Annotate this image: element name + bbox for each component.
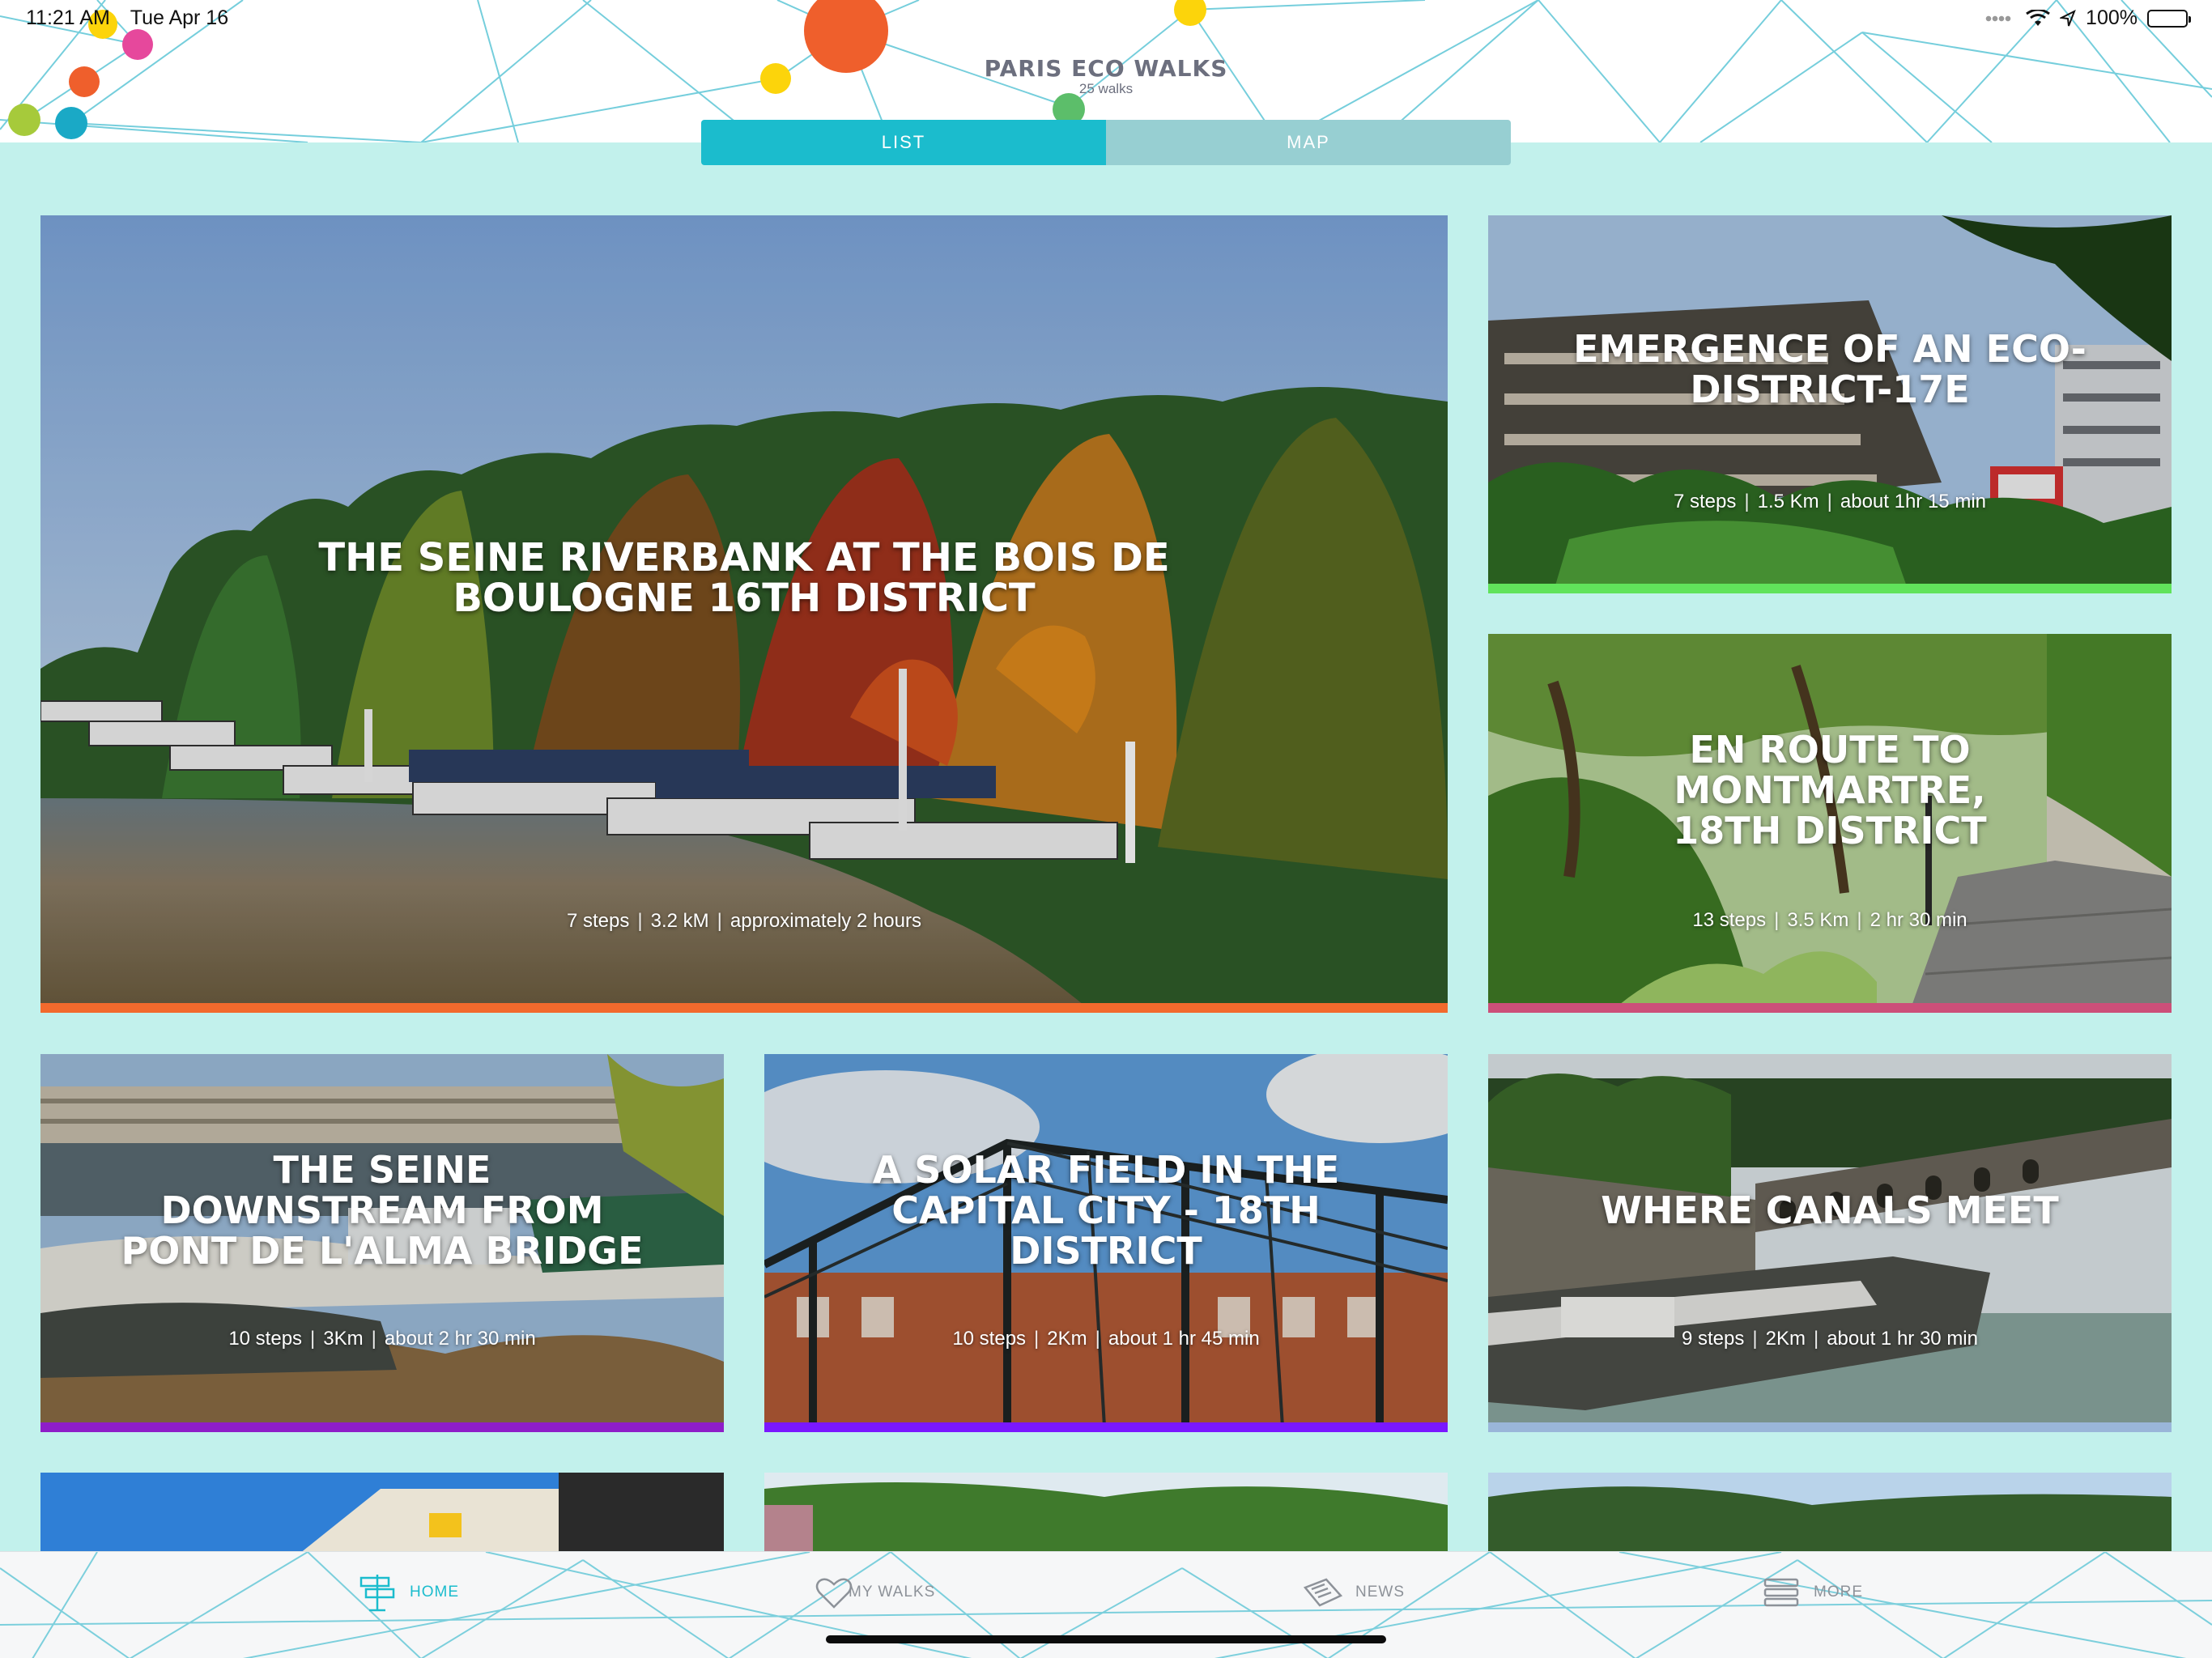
walk-distance: 3Km bbox=[323, 1328, 364, 1350]
walk-accent-bar bbox=[1488, 1003, 2172, 1013]
walk-distance: 3.2 kM bbox=[650, 910, 709, 932]
tab-home-label: HOME bbox=[410, 1584, 459, 1601]
walk-accent-bar bbox=[764, 1422, 1448, 1432]
battery-icon bbox=[2147, 9, 2191, 28]
walk-meta: 9 steps | 2Km | about 1 hr 30 min bbox=[1504, 1328, 2155, 1350]
walk-duration: about 1hr 15 min bbox=[1840, 491, 1986, 512]
walk-title: A SOLAR FIELD IN THE CAPITAL CITY - 18th… bbox=[872, 1148, 1340, 1273]
walk-meta: 13 steps | 3.5 Km | 2 hr 30 min bbox=[1504, 909, 2155, 932]
battery-percentage: 100% bbox=[2086, 6, 2138, 29]
meta-separator: | bbox=[1752, 1328, 1758, 1350]
walk-meta: 7 steps | 3.2 kM | approximately 2 hours bbox=[57, 910, 1431, 933]
walk-photo-partial bbox=[1488, 1473, 2172, 1554]
meta-separator: | bbox=[1744, 491, 1750, 512]
walk-accent-bar bbox=[1488, 1422, 2172, 1432]
segment-list[interactable]: LIST bbox=[701, 120, 1106, 165]
walk-duration: about 1 hr 45 min bbox=[1108, 1328, 1260, 1350]
meta-separator: | bbox=[637, 910, 643, 932]
walk-photo-partial bbox=[764, 1473, 1448, 1554]
walk-steps: 7 steps bbox=[566, 910, 630, 932]
walk-meta: 10 steps | 2Km | about 1 hr 45 min bbox=[781, 1328, 1431, 1350]
walk-steps: 9 steps bbox=[1681, 1328, 1745, 1350]
segment-map[interactable]: MAP bbox=[1106, 120, 1511, 165]
walk-card-partial[interactable] bbox=[764, 1473, 1448, 1554]
meta-separator: | bbox=[371, 1328, 376, 1350]
walk-distance: 3.5 Km bbox=[1787, 909, 1849, 931]
home-indicator[interactable] bbox=[826, 1635, 1386, 1643]
walk-title: EMERGENCE OF AN ECO-DISTRICT-17e bbox=[1573, 327, 2087, 411]
walk-title: THE SEINE DOWNSTREAM FROM PONT DE L'ALMA… bbox=[121, 1148, 644, 1273]
walk-card[interactable]: A SOLAR FIELD IN THE CAPITAL CITY - 18th… bbox=[764, 1054, 1448, 1432]
walk-card[interactable]: THE SEINE DOWNSTREAM FROM PONT DE L'ALMA… bbox=[40, 1054, 724, 1432]
tab-more[interactable]: MORE bbox=[1760, 1570, 1863, 1615]
walk-title: THE SEINE RIVERBANK AT THE BOIS DE BOULO… bbox=[318, 535, 1170, 621]
location-arrow-icon bbox=[2060, 9, 2076, 26]
meta-separator: | bbox=[717, 910, 722, 932]
walk-card-partial[interactable] bbox=[40, 1473, 724, 1554]
walk-title: EN ROUTE TO MONTMARTRE, 18th DISTRICT bbox=[1673, 728, 1987, 852]
meta-separator: | bbox=[310, 1328, 316, 1350]
walk-duration: approximately 2 hours bbox=[730, 910, 921, 932]
meta-separator: | bbox=[1827, 491, 1832, 512]
walk-card-partial[interactable] bbox=[1488, 1473, 2172, 1554]
tab-my-walks-label: MY WALKS bbox=[849, 1584, 936, 1601]
walk-count: 25 walks bbox=[1078, 81, 1134, 96]
walk-duration: 2 hr 30 min bbox=[1870, 909, 1967, 931]
walk-card[interactable]: EN ROUTE TO MONTMARTRE, 18th DISTRICT 13… bbox=[1488, 634, 2172, 1013]
view-mode-segmented-control: LIST MAP bbox=[701, 120, 1511, 165]
walk-meta: 10 steps | 3Km | about 2 hr 30 min bbox=[57, 1328, 708, 1350]
walk-duration: about 1 hr 30 min bbox=[1827, 1328, 1978, 1350]
walk-steps: 13 steps bbox=[1692, 909, 1767, 931]
wifi-icon bbox=[2026, 9, 2050, 26]
walk-card[interactable]: EMERGENCE OF AN ECO-DISTRICT-17e 7 steps… bbox=[1488, 215, 2172, 593]
walk-duration: about 2 hr 30 min bbox=[384, 1328, 536, 1350]
walk-photo-overlay bbox=[1488, 1054, 2172, 1432]
walk-card[interactable]: WHERE CANALS MEET 9 steps | 2Km | about 1 hr… bbox=[1488, 1054, 2172, 1432]
meta-separator: | bbox=[1774, 909, 1780, 931]
tab-home[interactable]: HOME bbox=[356, 1570, 459, 1615]
meta-separator: | bbox=[1034, 1328, 1040, 1350]
tab-news[interactable]: NEWS bbox=[1302, 1570, 1405, 1615]
walk-distance: 2Km bbox=[1765, 1328, 1806, 1350]
menu-icon bbox=[1763, 1578, 1799, 1607]
signpost-icon bbox=[359, 1575, 395, 1612]
walk-accent-bar bbox=[40, 1422, 724, 1432]
walk-steps: 7 steps bbox=[1673, 491, 1737, 512]
walk-accent-bar bbox=[40, 1003, 1448, 1013]
cellular-dots-icon bbox=[1985, 15, 2012, 22]
meta-separator: | bbox=[1857, 909, 1862, 931]
status-date-text: Tue Apr 16 bbox=[130, 6, 229, 29]
walk-steps: 10 steps bbox=[952, 1328, 1027, 1350]
walk-photo-partial bbox=[40, 1473, 724, 1554]
tab-more-label: MORE bbox=[1814, 1584, 1863, 1601]
walk-card[interactable]: THE SEINE RIVERBANK AT THE BOIS DE BOULO… bbox=[40, 215, 1448, 1013]
walk-meta: 7 steps | 1.5 Km | about 1hr 15 min bbox=[1504, 491, 2155, 513]
status-indicators: 100% bbox=[1985, 6, 2191, 30]
status-time: 11:21 AM Tue Apr 16 bbox=[26, 6, 228, 30]
tab-my-walks[interactable]: MY WALKS bbox=[813, 1570, 935, 1615]
walk-steps: 10 steps bbox=[228, 1328, 303, 1350]
meta-separator: | bbox=[1813, 1328, 1819, 1350]
tab-news-label: NEWS bbox=[1355, 1584, 1405, 1601]
app-title: PARIS ECO WALKS bbox=[984, 55, 1228, 82]
walk-distance: 1.5 Km bbox=[1757, 491, 1819, 512]
status-time-text: 11:21 AM bbox=[26, 6, 110, 29]
meta-separator: | bbox=[1095, 1328, 1100, 1350]
walk-title: WHERE CANALS MEET bbox=[1601, 1188, 2059, 1232]
walk-accent-bar bbox=[1488, 584, 2172, 593]
newspaper-icon bbox=[1303, 1578, 1343, 1607]
walk-distance: 2Km bbox=[1047, 1328, 1087, 1350]
